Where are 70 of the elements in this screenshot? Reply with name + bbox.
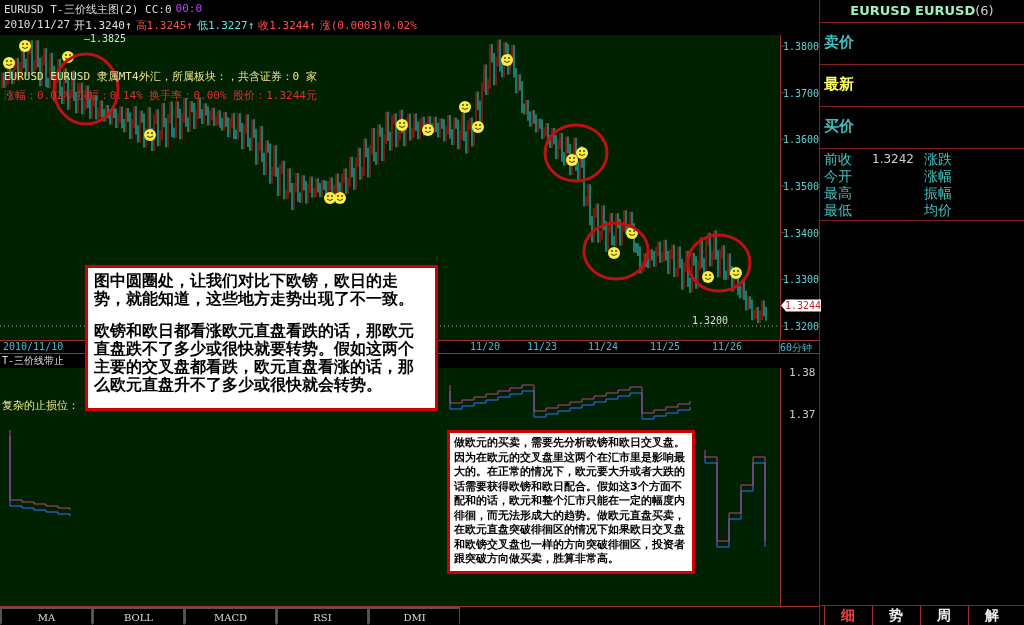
callout-text: 欧镑和欧日都看涨欧元直盘看跌的话，那欧元直盘跌不了多少或很快就要转势。假如这两个主要的交叉盘都看跌，欧元直盘看涨的话，那么欧元直盘升不了多少或很快就会转势。 xyxy=(94,322,415,394)
smiley-icon xyxy=(472,121,484,133)
quote-value: 收1.3244↑ xyxy=(258,18,316,33)
price-tick: 1.3800 xyxy=(783,41,820,52)
stat-label: 振幅 xyxy=(924,185,953,202)
date-label: 11/26 xyxy=(712,341,743,352)
stop-loss-label: 复杂的止损位： xyxy=(2,398,79,413)
stat-label: 均价 xyxy=(924,202,953,219)
highlight-circle xyxy=(543,123,609,183)
smiley-icon xyxy=(566,154,578,166)
price-tick: 1.3600 xyxy=(783,134,820,146)
indicator-title: T-三价线带止 xyxy=(1,354,65,368)
smiley-icon xyxy=(62,51,74,63)
quote-value: 开1.3240↑ xyxy=(74,18,132,33)
date-label: 11/25 xyxy=(650,341,681,352)
chart-time: 00:0 xyxy=(175,2,203,17)
stat-label: 涨跌 xyxy=(924,151,953,168)
stat-label: 最高 xyxy=(824,185,853,202)
symbol-title: EURUSD EURUSD(6) xyxy=(820,0,1024,23)
callout-text: 图中圆圈处，让我们对比下欧镑，欧日的走势，就能知道，这些地方走势出现了不一致。 xyxy=(94,272,415,308)
callout-text: 做欧元的买卖，需要先分析欧镑和欧日交叉盘。因为在欧元的交叉盘里这两个在汇市里是影响最大的。在正常的情况下，欧元要大升或者大跌的话需要获得欧镑和欧日配合。假如这3个方面不配和的话，欧元和整个汇市只能在一定的幅度内徘徊，而无法形成大的趋势。做欧元直盘买卖，在欧元直盘突破徘徊区的情况下如果欧日交叉盘和欧镑交叉盘也一样的方向突破徘徊区，投资者跟突破方向做买卖，胜算非常高。 xyxy=(454,436,686,567)
smiley-icon xyxy=(576,147,588,159)
smiley-icon xyxy=(459,101,471,113)
current-price-tag: 1.3244 xyxy=(781,299,821,312)
highlight-circle xyxy=(686,233,752,293)
smiley-icon xyxy=(396,119,408,131)
price-tick: 1.3400 xyxy=(783,227,820,239)
price-tick: 1.3200 xyxy=(783,321,820,332)
quote-value: 涨(0.0003)0.02% xyxy=(319,18,417,33)
smiley-icon xyxy=(144,129,156,141)
stat-value: 1.3242 xyxy=(872,151,915,168)
peak-price-label: —1.3825 xyxy=(84,34,127,44)
smiley-icon xyxy=(608,247,620,259)
indicator-tab[interactable]: MACD xyxy=(184,607,276,625)
stat-label: 前收 xyxy=(824,151,853,168)
smiley-icon xyxy=(19,40,31,52)
indicator-tick: 1.37 xyxy=(789,408,816,421)
indicator-tab[interactable]: DMI xyxy=(368,607,460,625)
indicator-tab[interactable]: RSI xyxy=(276,607,368,625)
quote-value: 高1.3245↑ xyxy=(135,18,193,33)
period-label: 60分钟 xyxy=(779,341,819,353)
stat-label: 今开 xyxy=(824,168,853,185)
smiley-icon xyxy=(3,57,15,69)
stat-label: 最低 xyxy=(824,202,853,219)
low-price-label: 1.3200 xyxy=(692,315,729,326)
quote-date: 2010/11/27 xyxy=(4,18,71,33)
smiley-icon xyxy=(422,124,434,136)
indicator-tick: 1.38 xyxy=(789,368,816,379)
smiley-icon xyxy=(501,54,513,66)
chart-title: EURUSD T-三价线主图(2) CC:0 xyxy=(4,2,172,17)
smiley-icon xyxy=(626,227,638,239)
smiley-icon xyxy=(702,271,714,283)
quote-label: 最新 xyxy=(820,65,1024,107)
date-label: 11/23 xyxy=(527,341,558,352)
quote-label: 买价 xyxy=(820,107,1024,149)
smiley-icon xyxy=(324,192,336,204)
date-label: 2010/11/10 xyxy=(3,341,64,352)
highlight-circle xyxy=(582,221,650,281)
price-tick: 1.3500 xyxy=(783,181,820,192)
date-label: 11/24 xyxy=(588,341,619,352)
price-tick: 1.3300 xyxy=(783,274,820,286)
quote-value: 低1.3227↑ xyxy=(196,18,255,33)
price-tick: 1.3700 xyxy=(783,87,820,99)
stat-label: 涨幅 xyxy=(924,168,953,185)
date-label: 11/20 xyxy=(470,341,501,352)
indicator-tab[interactable]: MA xyxy=(0,607,92,625)
indicator-tab[interactable]: BOLL xyxy=(92,607,184,625)
quote-label: 卖价 xyxy=(820,23,1024,65)
smiley-icon xyxy=(730,267,742,279)
smiley-icon xyxy=(334,192,346,204)
